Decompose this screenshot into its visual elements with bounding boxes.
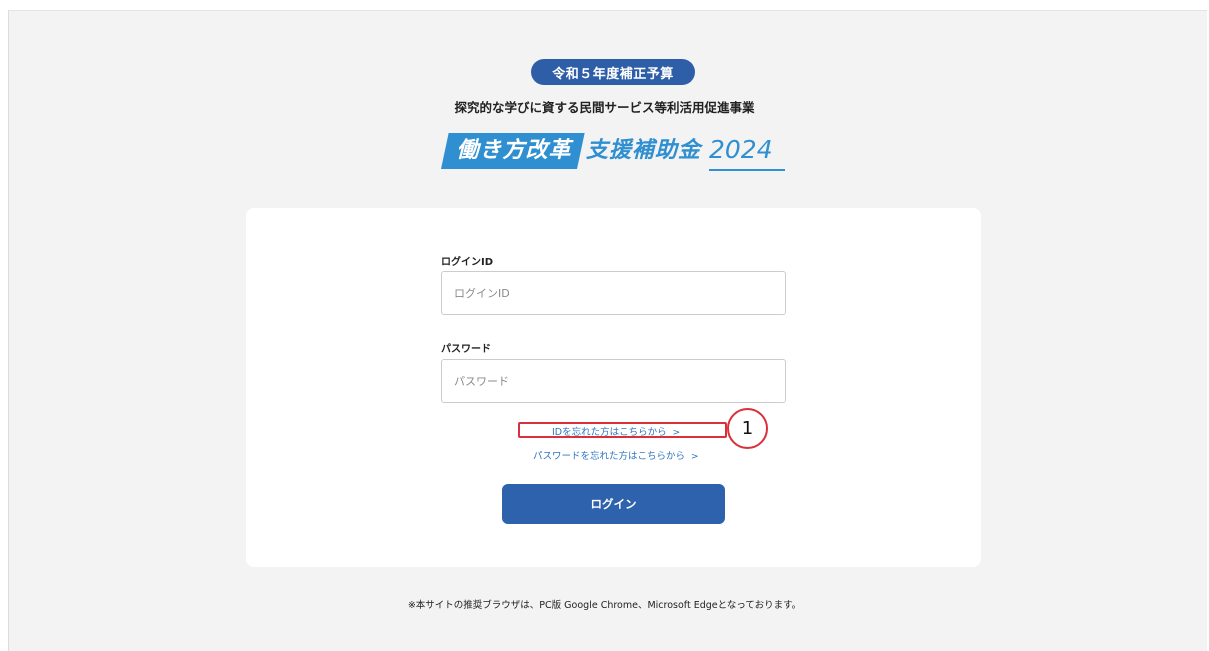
chevron-right-icon: >: [672, 428, 681, 438]
browser-recommendation-note: ※本サイトの推奨ブラウザは、PC版 Google Chrome、Microsof…: [407, 600, 802, 611]
budget-badge: 令和５年度補正予算: [531, 59, 695, 85]
logo-underline: [709, 169, 785, 171]
password-input[interactable]: [441, 359, 786, 403]
logo-year: 2024: [709, 135, 773, 164]
chevron-right-icon: >: [691, 452, 699, 462]
login-id-label: ログインID: [441, 257, 494, 268]
logo-part2: 支援補助金: [586, 138, 702, 163]
program-subtitle: 探究的な学びに資する民間サービス等利活用促進事業: [454, 100, 755, 115]
annotation-callout: 1: [727, 408, 768, 449]
login-button[interactable]: ログイン: [502, 484, 725, 524]
logo-part1: 働き方改革: [456, 138, 572, 163]
password-label: パスワード: [441, 344, 491, 355]
login-id-input[interactable]: [441, 271, 786, 315]
forgot-id-link[interactable]: IDを忘れた方はこちらから >: [552, 424, 680, 438]
forgot-password-link-label: パスワードを忘れた方はこちらから: [533, 451, 686, 462]
forgot-id-link-label: IDを忘れた方はこちらから: [552, 427, 667, 438]
forgot-password-link[interactable]: パスワードを忘れた方はこちらから >: [533, 448, 699, 462]
